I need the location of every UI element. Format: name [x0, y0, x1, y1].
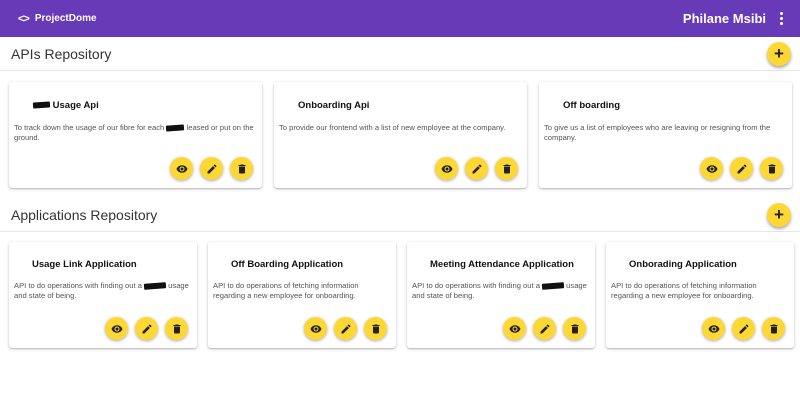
- pencil-icon: [540, 323, 549, 333]
- view-button[interactable]: [702, 317, 725, 340]
- more-vert-icon[interactable]: [774, 12, 788, 25]
- card-actions: [170, 157, 253, 180]
- card-title: Usage Api: [32, 100, 99, 111]
- card-actions: [105, 317, 188, 340]
- edit-button[interactable]: [730, 157, 753, 180]
- brand-name: ProjectDome: [34, 13, 97, 24]
- card-description: To give us a list of employees who are l…: [544, 123, 771, 142]
- trash-icon: [238, 164, 245, 173]
- card-actions: [700, 157, 783, 180]
- api-card: Usage Api To track down the usage of our…: [9, 82, 262, 188]
- apis-section-title: APIs Repository: [11, 45, 112, 62]
- delete-button[interactable]: [230, 157, 253, 180]
- pencil-icon: [341, 323, 350, 333]
- eye-icon: [509, 324, 520, 333]
- eye-icon: [111, 324, 122, 333]
- card-title: Onborading Application: [629, 259, 737, 270]
- application-card: Usage Link Application API to do operati…: [9, 242, 197, 348]
- card-description: To provide our frontend with a list of n…: [279, 123, 506, 132]
- edit-button[interactable]: [135, 317, 158, 340]
- api-card: Onboarding Api To provide our frontend w…: [274, 82, 527, 188]
- view-button[interactable]: [304, 317, 327, 340]
- edit-button[interactable]: [334, 317, 357, 340]
- card-description: API to do operations of fetching informa…: [213, 281, 359, 300]
- eye-icon: [441, 164, 452, 173]
- brand[interactable]: <> ProjectDome: [18, 13, 97, 25]
- trash-icon: [503, 164, 510, 173]
- add-application-button[interactable]: +: [767, 202, 791, 227]
- delete-button[interactable]: [165, 317, 188, 340]
- trash-icon: [770, 324, 777, 333]
- apis-cards: Usage Api To track down the usage of our…: [0, 71, 800, 198]
- view-button[interactable]: [503, 317, 526, 340]
- apps-section-title: Applications Repository: [11, 206, 158, 223]
- view-button[interactable]: [105, 317, 128, 340]
- view-button[interactable]: [170, 157, 193, 180]
- redaction-mark: [32, 101, 51, 110]
- card-description: API to do operations of fetching informa…: [611, 281, 757, 300]
- eye-icon: [176, 164, 187, 173]
- application-card: Meeting Attendance Application API to do…: [407, 242, 595, 348]
- delete-button[interactable]: [364, 317, 387, 340]
- card-description: API to do operations with finding out a …: [14, 281, 189, 300]
- card-title: Off boarding: [563, 100, 620, 111]
- edit-button[interactable]: [533, 317, 556, 340]
- eye-icon: [708, 324, 719, 333]
- pencil-icon: [472, 163, 481, 173]
- card-description: API to do operations with finding out a …: [412, 281, 587, 300]
- redaction-mark: [143, 282, 167, 290]
- delete-button[interactable]: [563, 317, 586, 340]
- card-actions: [702, 317, 785, 340]
- user-name: Philane Msibi: [682, 11, 766, 26]
- apps-section-header: Applications Repository +: [0, 198, 800, 232]
- trash-icon: [372, 324, 379, 333]
- edit-button[interactable]: [465, 157, 488, 180]
- redaction-mark: [166, 124, 185, 132]
- view-button[interactable]: [700, 157, 723, 180]
- pencil-icon: [739, 323, 748, 333]
- eye-icon: [310, 324, 321, 333]
- code-icon: <>: [18, 12, 30, 25]
- pencil-icon: [207, 163, 216, 173]
- api-card: Off boarding To give us a list of employ…: [539, 82, 792, 188]
- trash-icon: [571, 324, 578, 333]
- apps-cards: Usage Link Application API to do operati…: [0, 232, 800, 372]
- pencil-icon: [737, 163, 746, 173]
- card-title: Usage Link Application: [32, 259, 137, 270]
- view-button[interactable]: [435, 157, 458, 180]
- card-actions: [435, 157, 518, 180]
- app-bar: <> ProjectDome Philane Msibi: [0, 0, 800, 37]
- eye-icon: [706, 164, 717, 173]
- application-card: Onborading Application API to do operati…: [606, 242, 794, 348]
- delete-button[interactable]: [760, 157, 783, 180]
- card-actions: [503, 317, 586, 340]
- redaction-mark: [541, 282, 565, 290]
- card-actions: [304, 317, 387, 340]
- card-description: To track down the usage of our fibre for…: [14, 123, 254, 142]
- card-title: Meeting Attendance Application: [430, 259, 574, 270]
- delete-button[interactable]: [762, 317, 785, 340]
- edit-button[interactable]: [732, 317, 755, 340]
- pencil-icon: [142, 323, 151, 333]
- apis-section-header: APIs Repository +: [0, 37, 800, 71]
- delete-button[interactable]: [495, 157, 518, 180]
- card-title: Onboarding Api: [298, 100, 370, 111]
- add-api-button[interactable]: +: [767, 41, 791, 66]
- application-card: Off Boarding Application API to do opera…: [208, 242, 396, 348]
- trash-icon: [173, 324, 180, 333]
- trash-icon: [768, 164, 775, 173]
- edit-button[interactable]: [200, 157, 223, 180]
- card-title: Off Boarding Application: [231, 259, 344, 270]
